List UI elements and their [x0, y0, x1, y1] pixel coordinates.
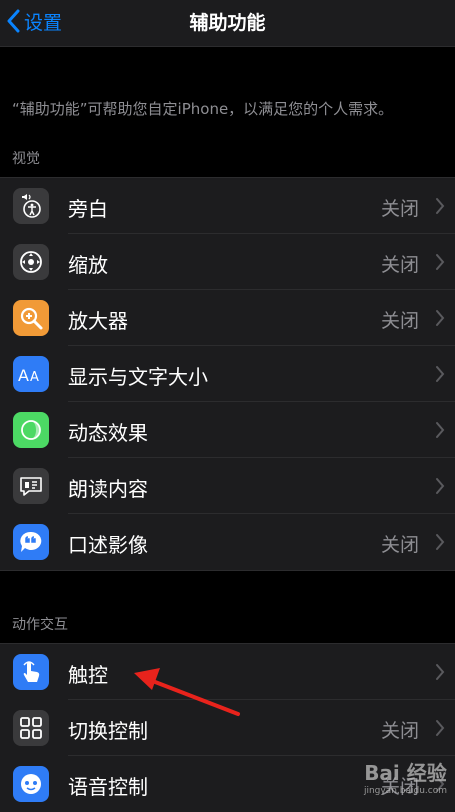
row-voiceover[interactable]: 旁白 关闭	[0, 178, 455, 234]
chevron-right-icon	[436, 198, 445, 214]
page-title: 辅助功能	[189, 12, 266, 34]
spoken-content-icon	[13, 468, 49, 504]
vision-group: 旁白 关闭 缩放 关闭 放大器 关闭 A A 显示与文字大小 动态效果 朗读内容…	[0, 177, 455, 571]
row-label: 动态效果	[68, 421, 148, 445]
row-label: 显示与文字大小	[68, 365, 208, 389]
row-label: 缩放	[68, 253, 108, 277]
chevron-right-icon	[436, 478, 445, 494]
row-motion[interactable]: 动态效果	[0, 402, 455, 458]
section-header-vision: 视觉	[12, 151, 40, 167]
row-label: 口述影像	[68, 533, 148, 557]
nav-bar: 设置 辅助功能	[0, 0, 455, 47]
row-display-text-size[interactable]: A A 显示与文字大小	[0, 346, 455, 402]
row-switch-control[interactable]: 切换控制 关闭	[0, 700, 455, 756]
row-audio-description[interactable]: 口述影像 关闭	[0, 514, 455, 570]
row-value: 关闭	[380, 720, 419, 742]
svg-text:A: A	[18, 366, 29, 385]
section-header-interaction: 动作交互	[12, 617, 68, 633]
row-label: 触控	[68, 663, 108, 687]
row-value: 关闭	[380, 254, 419, 276]
row-value: 关闭	[380, 310, 419, 332]
baidu-watermark: Bai 经验 jingyan.baidu.com	[364, 757, 447, 796]
description-text: “辅助功能”可帮助您自定iPhone，以满足您的个人需求。	[12, 100, 394, 118]
touch-icon	[13, 654, 49, 690]
text-size-icon: A A	[13, 356, 49, 392]
row-value: 关闭	[380, 198, 419, 220]
chevron-right-icon	[436, 422, 445, 438]
svg-text:A: A	[30, 370, 39, 385]
row-label: 朗读内容	[68, 477, 148, 501]
row-magnifier[interactable]: 放大器 关闭	[0, 290, 455, 346]
row-label: 旁白	[68, 197, 108, 221]
row-label: 切换控制	[68, 719, 148, 743]
watermark-url: jingyan.baidu.com	[363, 786, 447, 796]
chevron-right-icon	[436, 254, 445, 270]
audio-description-icon	[13, 524, 49, 560]
voiceover-icon	[13, 188, 49, 224]
chevron-right-icon	[436, 310, 445, 326]
row-zoom[interactable]: 缩放 关闭	[0, 234, 455, 290]
magnifier-icon	[13, 300, 49, 336]
row-touch[interactable]: 触控	[0, 644, 455, 700]
row-label: 放大器	[68, 309, 128, 333]
chevron-right-icon	[436, 720, 445, 736]
row-label: 语音控制	[68, 775, 148, 799]
voice-control-icon	[13, 766, 49, 802]
watermark-logo: Bai 经验	[364, 761, 447, 785]
chevron-right-icon	[436, 664, 445, 680]
chevron-right-icon	[436, 366, 445, 382]
row-value: 关闭	[380, 534, 419, 556]
motion-icon	[13, 412, 49, 448]
zoom-icon	[13, 244, 49, 280]
chevron-right-icon	[436, 534, 445, 550]
switch-control-icon	[13, 710, 49, 746]
row-spoken-content[interactable]: 朗读内容	[0, 458, 455, 514]
